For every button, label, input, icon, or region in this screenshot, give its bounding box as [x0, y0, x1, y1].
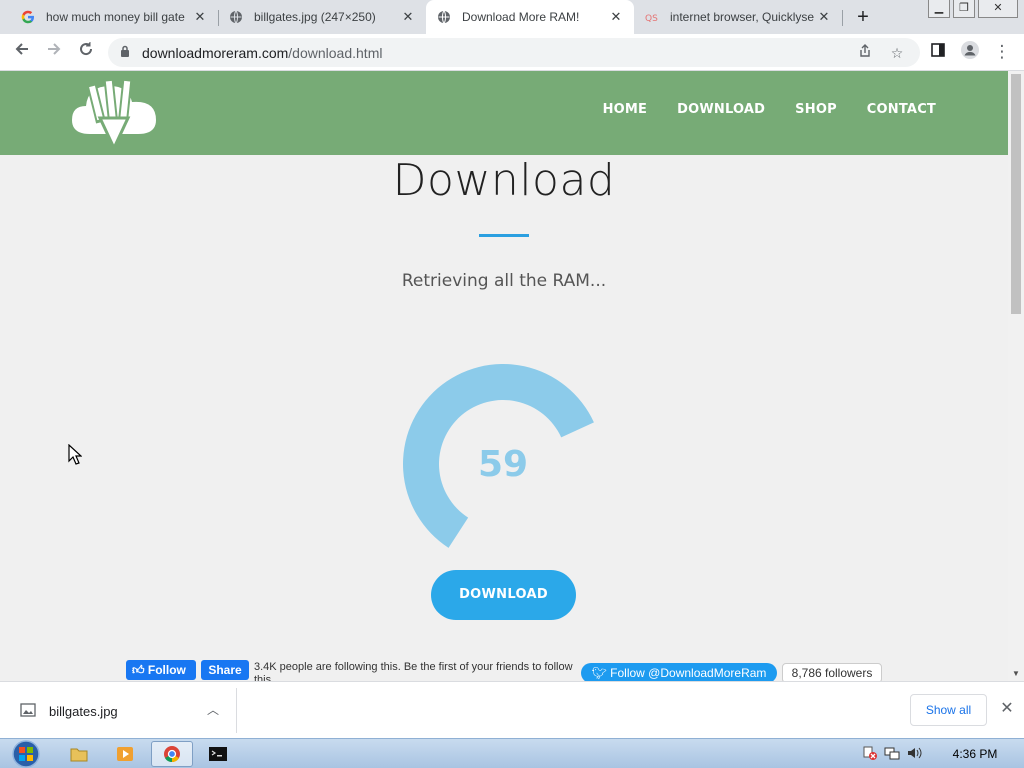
chevron-up-icon[interactable]: ︿ — [205, 700, 221, 720]
lock-icon — [121, 45, 129, 57]
facebook-follow-text: 3.4K people are following this. Be the f… — [254, 661, 573, 681]
progress-value: 59 — [477, 443, 529, 485]
close-shelf-icon[interactable]: ✕ — [997, 699, 1017, 719]
shelf-divider — [236, 688, 237, 733]
nav-contact[interactable]: CONTACT — [867, 102, 936, 117]
main-nav: HOME DOWNLOAD SHOP CONTACT — [603, 102, 936, 117]
forward-button[interactable] — [42, 40, 66, 64]
speaker-icon[interactable] — [906, 745, 922, 761]
tab-separator — [842, 10, 843, 26]
tab-title: Download More RAM! — [462, 10, 580, 24]
title-underline — [479, 234, 529, 237]
back-arrow-icon — [15, 43, 28, 55]
profile-button[interactable] — [958, 40, 982, 64]
side-panel-button[interactable] — [926, 40, 950, 64]
media-player-icon — [117, 747, 133, 761]
bookmark-star-icon[interactable]: ☆ — [888, 44, 906, 62]
nav-download[interactable]: DOWNLOAD — [677, 102, 765, 117]
network-warning-icon[interactable] — [862, 745, 878, 761]
nav-home[interactable]: HOME — [603, 102, 648, 117]
tab-close-icon[interactable]: ✕ — [608, 9, 624, 25]
taskbar-clock[interactable]: 4:36 PM — [940, 739, 1010, 768]
tab-title: internet browser, Quicklyse — [670, 10, 815, 24]
start-button[interactable] — [6, 739, 46, 768]
back-button[interactable] — [10, 40, 34, 64]
mouse-cursor-icon — [68, 444, 82, 465]
tab-title: how much money bill gate — [46, 10, 185, 24]
tab-strip: how much money bill gate ✕ billgates.jpg… — [0, 0, 1024, 34]
page-viewport: HOME DOWNLOAD SHOP CONTACT Download Retr… — [0, 71, 1008, 681]
profile-avatar-icon — [961, 41, 979, 59]
restore-icon[interactable]: ❐ — [953, 0, 975, 18]
site-logo[interactable] — [70, 76, 160, 152]
scroll-down-arrow-icon[interactable]: ▼ — [1008, 667, 1024, 681]
social-bar: 👍︎ Follow Share 3.4K people are followin… — [126, 660, 886, 681]
page-scrollbar[interactable]: ▲ ▼ — [1008, 71, 1024, 681]
chrome-icon — [164, 746, 180, 763]
tab-close-icon[interactable]: ✕ — [400, 9, 416, 25]
taskbar-explorer[interactable] — [58, 741, 100, 767]
side-panel-icon — [931, 43, 945, 57]
taskbar-media-player[interactable] — [104, 741, 146, 767]
page-title: Download — [392, 155, 616, 206]
network-icon[interactable] — [884, 745, 900, 761]
reload-icon — [80, 42, 93, 56]
tab-close-icon[interactable]: ✕ — [192, 9, 208, 25]
qs-icon: QS — [644, 9, 660, 25]
facebook-follow-label: Follow — [147, 663, 186, 677]
new-tab-button[interactable]: + — [852, 6, 874, 28]
globe-icon — [228, 9, 244, 25]
twitter-follower-count[interactable]: 8,786 followers — [782, 663, 882, 681]
share-icon[interactable] — [856, 44, 874, 62]
twitter-bird-icon: 🐦︎ — [591, 666, 611, 680]
url-domain: downloadmoreram.com — [142, 45, 289, 61]
address-bar[interactable]: downloadmoreram.com/download.html ☆ — [108, 38, 920, 67]
tab-close-icon[interactable]: ✕ — [816, 9, 832, 25]
menu-button[interactable]: ⋮ — [990, 40, 1014, 64]
forward-arrow-icon — [48, 43, 61, 55]
twitter-follow-button[interactable]: 🐦︎ Follow @DownloadMoreRam — [581, 663, 777, 681]
folder-icon — [70, 748, 88, 762]
reload-button[interactable] — [74, 40, 98, 64]
download-button[interactable]: DOWNLOAD — [431, 570, 576, 620]
kebab-menu-icon: ⋮ — [993, 42, 1011, 61]
url-path: /download.html — [288, 45, 383, 61]
taskbar-chrome[interactable] — [151, 741, 193, 767]
facebook-like-icon: 👍︎ — [132, 663, 148, 677]
windows-taskbar: 4:36 PM — [0, 738, 1024, 768]
twitter-follow-label: Follow @DownloadMoreRam — [610, 666, 767, 680]
download-shelf: billgates.jpg ︿ Show all ✕ — [0, 681, 1024, 738]
url-text: downloadmoreram.com/download.html — [142, 45, 382, 61]
tab-title: billgates.jpg (247×250) — [254, 10, 376, 24]
tab-quicklysearch[interactable]: QS internet browser, Quicklyse ✕ — [634, 0, 842, 34]
close-window-icon[interactable]: ✕ — [978, 0, 1018, 18]
google-g-icon — [20, 9, 36, 25]
browser-toolbar: downloadmoreram.com/download.html ☆ ⋮ — [0, 34, 1024, 71]
status-subtitle: Retrieving all the RAM... — [401, 271, 607, 291]
taskbar-cmd[interactable] — [197, 741, 239, 767]
image-file-icon — [20, 703, 36, 717]
download-filename[interactable]: billgates.jpg — [49, 704, 118, 719]
nav-shop[interactable]: SHOP — [795, 102, 837, 117]
globe-icon — [436, 9, 452, 25]
tab-download-more-ram[interactable]: Download More RAM! ✕ — [426, 0, 634, 34]
scrollbar-thumb[interactable] — [1011, 74, 1021, 314]
site-header: HOME DOWNLOAD SHOP CONTACT — [0, 71, 1008, 155]
tab-billgates-image[interactable]: billgates.jpg (247×250) ✕ — [218, 0, 426, 34]
facebook-follow-button[interactable]: 👍︎ Follow — [126, 660, 196, 680]
minimize-icon[interactable]: ▁ — [928, 0, 950, 18]
system-tray — [862, 745, 922, 761]
show-all-button[interactable]: Show all — [910, 694, 987, 726]
facebook-share-button[interactable]: Share — [201, 660, 249, 680]
tab-google-search[interactable]: how much money bill gate ✕ — [10, 0, 218, 34]
terminal-icon — [209, 747, 227, 761]
svg-text:QS: QS — [645, 14, 658, 24]
